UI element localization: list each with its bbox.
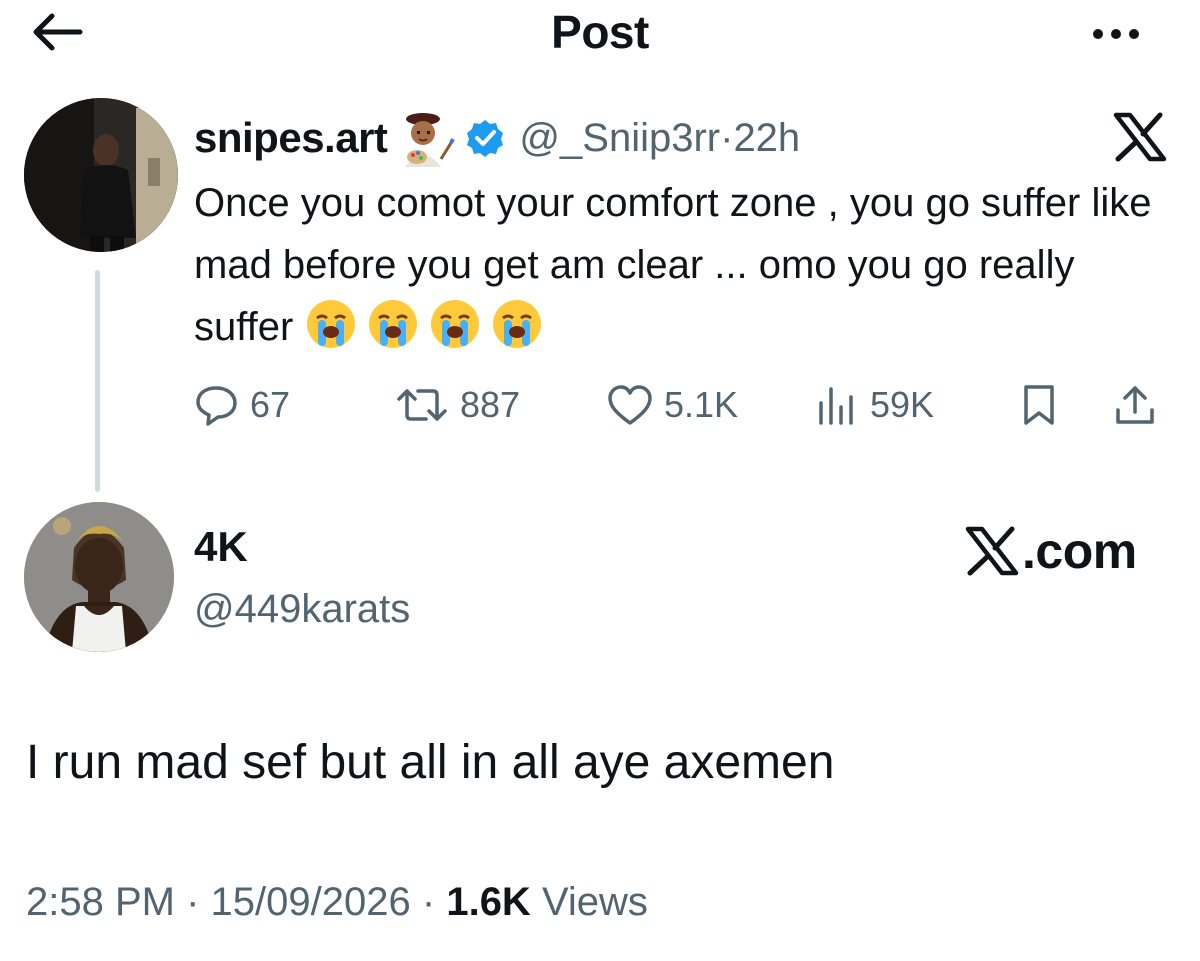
quoted-timestamp: 22h (733, 115, 801, 160)
repost-count: 887 (460, 384, 521, 425)
like-button[interactable]: 5.1K (606, 378, 738, 432)
reply-icon (196, 386, 237, 426)
post-date: 15/09/2026 (210, 880, 411, 924)
heart-icon (608, 385, 652, 425)
author-avatar[interactable] (24, 502, 174, 652)
views-button[interactable]: 59K (814, 378, 934, 432)
loudly-crying-emoji-icon (369, 300, 418, 348)
views-count: 59K (870, 384, 935, 425)
x-logo-icon (1113, 112, 1167, 162)
loudly-crying-emoji-icon (493, 300, 542, 348)
avatar-photo (24, 98, 178, 252)
thread-connector (95, 270, 100, 492)
loudly-crying-emoji-icon (307, 300, 356, 348)
quoted-post-text: Once you comot your comfort zone , you g… (194, 181, 1152, 350)
quoted-post-actions: 67 887 5.1K 59K (194, 378, 1174, 432)
repost-icon (397, 389, 447, 421)
like-count: 5.1K (664, 384, 739, 425)
author-display-name[interactable]: 4K (194, 522, 248, 572)
loudly-crying-emoji-icon (431, 300, 480, 348)
quoted-display-name[interactable]: snipes.art (194, 114, 388, 162)
artist-emoji-icon (405, 113, 456, 167)
reply-count: 67 (250, 384, 291, 425)
more-button[interactable] (1086, 8, 1146, 56)
quoted-handle: @_Sniip3rr·22h (519, 115, 801, 160)
page-title: Post (551, 6, 649, 58)
post-time: 2:58 PM (26, 880, 175, 924)
quoted-post-header: snipes.art @_Sniip3rr·22h (194, 108, 800, 168)
post-meta: 2:58 PM · 15/09/2026 · 1.6K Views (26, 880, 648, 924)
repost-button[interactable]: 887 (394, 378, 520, 432)
author-handle[interactable]: @449karats (194, 585, 410, 633)
quoted-author-avatar[interactable] (24, 98, 178, 252)
share-icon (1116, 386, 1154, 424)
x-logo-icon (965, 526, 1019, 576)
reply-button[interactable]: 67 (194, 378, 290, 432)
analytics-icon (819, 387, 853, 425)
top-bar: Post (0, 0, 1200, 70)
view-count[interactable]: 1.6K (446, 880, 531, 924)
bookmark-icon (1024, 385, 1054, 425)
bookmark-button[interactable] (1019, 378, 1069, 432)
share-button[interactable] (1112, 378, 1168, 432)
verified-badge-icon (467, 120, 504, 157)
x-com-watermark: .com (962, 523, 1137, 579)
avatar-photo (24, 502, 174, 652)
crying-emojis (305, 298, 543, 350)
views-label: Views (541, 880, 648, 924)
watermark-text: .com (1022, 523, 1137, 579)
more-horizontal-icon (1093, 29, 1139, 39)
post-text: I run mad sef but all in all aye axemen (26, 736, 835, 789)
